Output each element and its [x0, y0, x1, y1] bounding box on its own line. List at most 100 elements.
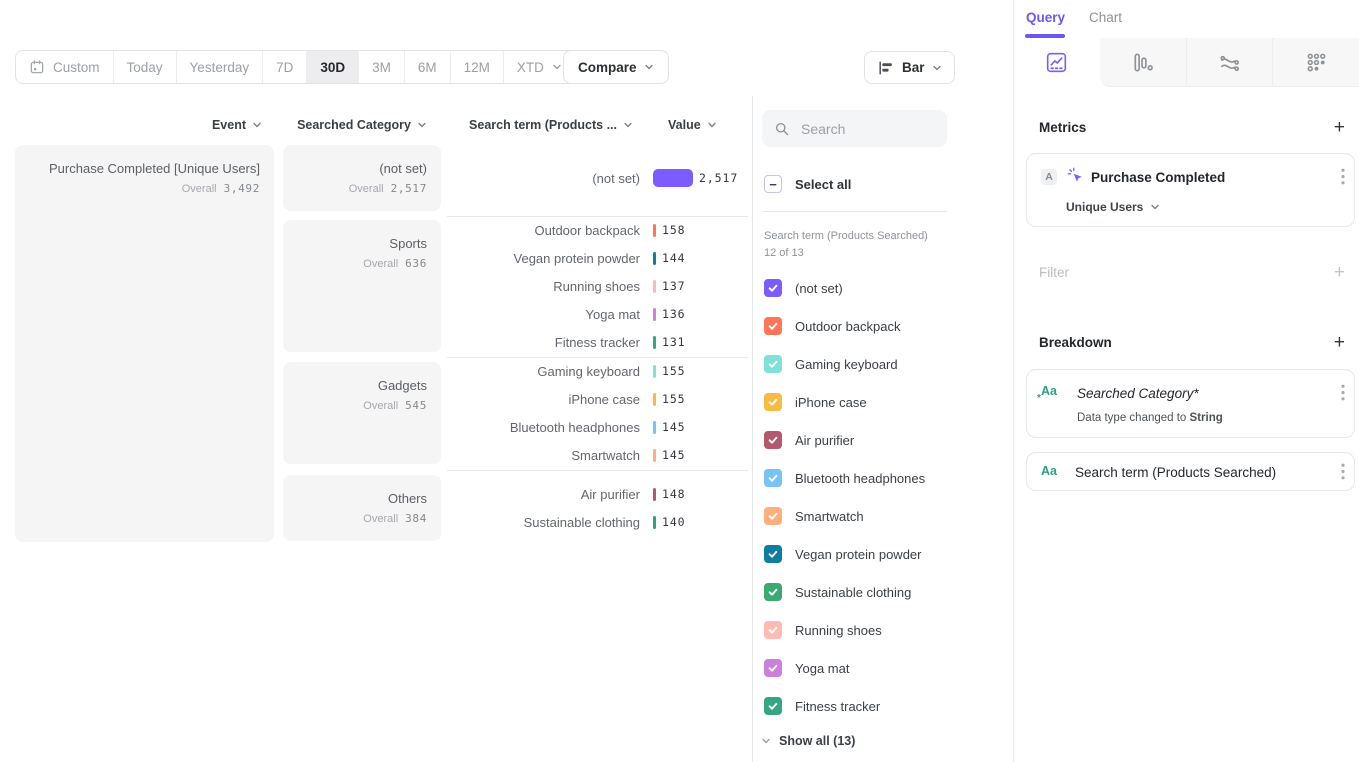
retention-icon: [1305, 51, 1328, 74]
series-checkbox[interactable]: [764, 697, 782, 715]
tab-query[interactable]: Query: [1026, 10, 1065, 25]
date-range-yesterday[interactable]: Yesterday: [176, 51, 263, 83]
overall-value: 384: [405, 512, 427, 525]
bar-row[interactable]: Vegan protein powder144: [455, 244, 755, 272]
series-toggle--not-set-[interactable]: (not set): [764, 279, 843, 297]
bar-row[interactable]: Gaming keyboard155: [455, 357, 755, 385]
event-spark-icon: [1067, 167, 1084, 184]
series-checkbox[interactable]: [764, 469, 782, 487]
series-toggle-fitness-tracker[interactable]: Fitness tracker: [764, 697, 880, 715]
breakdown-card[interactable]: Aa* Searched Category* Data type changed…: [1026, 369, 1355, 438]
series-toggle-bluetooth-headphones[interactable]: Bluetooth headphones: [764, 469, 925, 487]
column-header-search-term[interactable]: Search term (Products ...: [455, 117, 633, 133]
overall-value: 3,492: [224, 182, 260, 195]
report-type-tab-funnels[interactable]: [1100, 38, 1186, 87]
report-type-tab-flows[interactable]: [1186, 38, 1273, 87]
series-label: iPhone case: [795, 395, 867, 410]
column-header-value[interactable]: Value: [668, 117, 738, 133]
measure-selector[interactable]: Unique Users: [1066, 200, 1160, 214]
value-bar[interactable]: [653, 308, 656, 321]
compare-button[interactable]: Compare: [563, 50, 669, 84]
value-bar[interactable]: [653, 516, 656, 529]
report-type-tab-insights[interactable]: [1014, 38, 1100, 87]
category-cell-others[interactable]: OthersOverall384: [283, 475, 441, 541]
breakdown-card[interactable]: Aa Search term (Products Searched): [1026, 452, 1355, 491]
bar-row[interactable]: Bluetooth headphones145: [455, 413, 755, 441]
value-bar[interactable]: [653, 224, 656, 237]
show-all-button[interactable]: Show all (13): [761, 734, 855, 748]
date-range-custom[interactable]: Custom: [16, 51, 113, 83]
select-all-checkbox[interactable]: −: [764, 175, 782, 193]
bar-row[interactable]: Running shoes137: [455, 272, 755, 300]
bar-row[interactable]: Yoga mat136: [455, 300, 755, 328]
date-range-today[interactable]: Today: [113, 51, 176, 83]
modified-asterisk: *: [1037, 393, 1041, 404]
bar-row[interactable]: Fitness tracker131: [455, 328, 755, 356]
date-range-6m[interactable]: 6M: [404, 51, 450, 83]
value-bar[interactable]: [653, 449, 656, 462]
series-checkbox[interactable]: [764, 317, 782, 335]
bar-row[interactable]: Air purifier148: [455, 480, 755, 508]
series-toggle-vegan-protein-powder[interactable]: Vegan protein powder: [764, 545, 921, 563]
search-box[interactable]: [762, 110, 947, 147]
active-tab-underline: [1025, 34, 1065, 38]
series-toggle-air-purifier[interactable]: Air purifier: [764, 431, 854, 449]
value-bar[interactable]: [653, 336, 656, 349]
category-cell--not-set-[interactable]: (not set)Overall2,517: [283, 145, 441, 211]
value-bar[interactable]: [653, 365, 656, 378]
series-checkbox[interactable]: [764, 545, 782, 563]
series-checkbox[interactable]: [764, 431, 782, 449]
value-bar[interactable]: [653, 280, 656, 293]
kebab-menu-icon[interactable]: [1341, 384, 1345, 401]
report-type-tab-retention[interactable]: [1272, 38, 1359, 87]
series-toggle-running-shoes[interactable]: Running shoes: [764, 621, 882, 639]
series-checkbox[interactable]: [764, 659, 782, 677]
series-toggle-iphone-case[interactable]: iPhone case: [764, 393, 867, 411]
chevron-down-icon: [417, 120, 427, 130]
series-toggle-gaming-keyboard[interactable]: Gaming keyboard: [764, 355, 898, 373]
kebab-menu-icon[interactable]: [1341, 463, 1345, 480]
value-bar[interactable]: [653, 252, 656, 265]
chart-type-button[interactable]: Bar: [864, 51, 955, 84]
date-range-3m[interactable]: 3M: [358, 51, 404, 83]
column-header-event[interactable]: Event: [15, 117, 262, 133]
series-checkbox[interactable]: [764, 583, 782, 601]
series-checkbox[interactable]: [764, 393, 782, 411]
category-cell-gadgets[interactable]: GadgetsOverall545: [283, 362, 441, 464]
value-bar[interactable]: [653, 421, 656, 434]
date-range-30d[interactable]: 30D: [306, 51, 358, 83]
metric-card[interactable]: A Purchase Completed Unique Users: [1026, 153, 1355, 227]
column-header-searched-category[interactable]: Searched Category: [283, 117, 427, 133]
event-cell[interactable]: Purchase Completed [Unique Users] Overal…: [15, 145, 274, 542]
series-checkbox[interactable]: [764, 621, 782, 639]
series-checkbox[interactable]: [764, 507, 782, 525]
series-label: (not set): [795, 281, 843, 296]
add-metric-button[interactable]: +: [1334, 118, 1345, 137]
chevron-down-icon: [252, 120, 262, 130]
chevron-down-icon: [707, 120, 717, 130]
bar-row[interactable]: (not set)2,517: [455, 164, 755, 192]
add-filter-button[interactable]: +: [1334, 263, 1345, 282]
date-range-12m[interactable]: 12M: [450, 51, 503, 83]
bar-row[interactable]: Outdoor backpack158: [455, 216, 755, 244]
kebab-menu-icon[interactable]: [1341, 168, 1345, 185]
bar-row[interactable]: Sustainable clothing140: [455, 508, 755, 536]
date-range-7d[interactable]: 7D: [262, 51, 306, 83]
add-breakdown-button[interactable]: +: [1334, 333, 1345, 352]
select-all-row[interactable]: − Select all: [764, 175, 851, 193]
series-checkbox[interactable]: [764, 279, 782, 297]
bar-row[interactable]: Smartwatch145: [455, 441, 755, 469]
series-toggle-outdoor-backpack[interactable]: Outdoor backpack: [764, 317, 901, 335]
overall-label: Overall: [363, 400, 398, 412]
category-cell-sports[interactable]: SportsOverall636: [283, 220, 441, 352]
value-bar[interactable]: [653, 488, 656, 501]
value-bar[interactable]: [653, 393, 656, 406]
series-toggle-smartwatch[interactable]: Smartwatch: [764, 507, 864, 525]
search-input[interactable]: [799, 120, 935, 138]
value-bar[interactable]: [653, 169, 693, 187]
tab-chart[interactable]: Chart: [1089, 10, 1122, 25]
series-checkbox[interactable]: [764, 355, 782, 373]
series-toggle-sustainable-clothing[interactable]: Sustainable clothing: [764, 583, 911, 601]
series-toggle-yoga-mat[interactable]: Yoga mat: [764, 659, 849, 677]
bar-row[interactable]: iPhone case155: [455, 385, 755, 413]
